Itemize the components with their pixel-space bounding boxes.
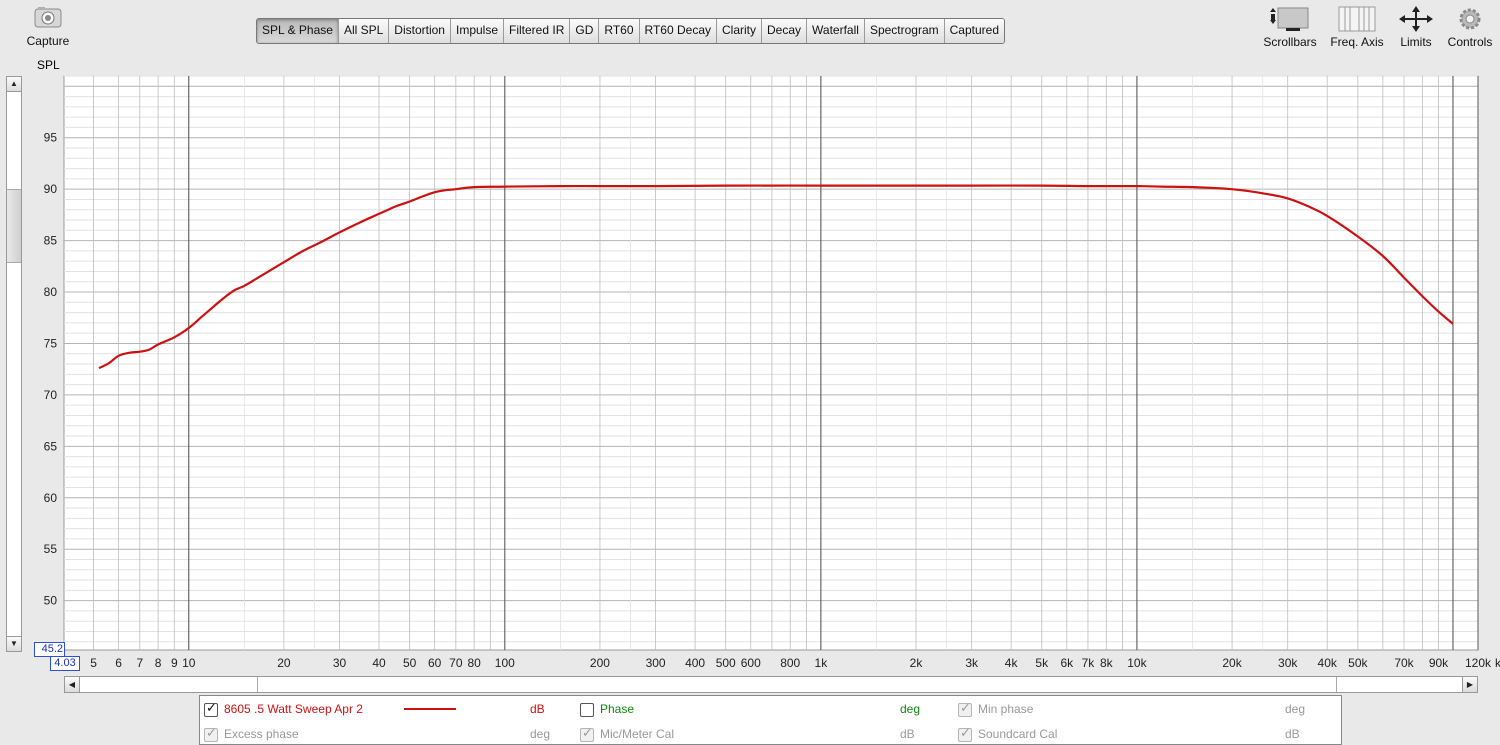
x-tick-label: 8 <box>155 656 162 670</box>
scroll-right-button[interactable]: ▶ <box>1462 677 1477 692</box>
x-tick-label: 90k <box>1429 656 1449 670</box>
y-tick-label: 70 <box>44 388 58 402</box>
y-tick-label: 75 <box>44 336 58 350</box>
x-tick-label: 80 <box>467 656 481 670</box>
legend-unit-phase: deg <box>900 702 921 716</box>
y-tick-label: 95 <box>44 131 58 145</box>
legend-label-8605-5-watt-sweep-apr-2: 8605 .5 Watt Sweep Apr 2 <box>224 702 363 716</box>
x-tick-label: 6k <box>1060 656 1074 670</box>
x-tick-label: 70k <box>1394 656 1414 670</box>
legend-unit-soundcard-cal: dB <box>1285 727 1300 741</box>
checkbox-mic-meter-cal: ✓ <box>580 725 594 742</box>
legend-label-soundcard-cal: Soundcard Cal <box>978 727 1058 741</box>
x-axis-unit: kHz <box>1495 656 1500 670</box>
legend-unit-excess-phase: deg <box>530 727 551 741</box>
x-tick-label: 60 <box>428 656 442 670</box>
x-tick-label: 400 <box>685 656 705 670</box>
x-min-box[interactable]: 4.03 <box>50 656 80 671</box>
x-tick-label: 200 <box>590 656 610 670</box>
x-tick-label: 600 <box>741 656 761 670</box>
checkbox-excess-phase: ✓ <box>204 725 218 742</box>
legend-unit-8605-5-watt-sweep-apr-2: dB <box>530 702 545 716</box>
x-tick-label: 100 <box>495 656 515 670</box>
x-tick-label: 5 <box>90 656 97 670</box>
y-tick-label: 90 <box>44 182 58 196</box>
x-tick-label: 9 <box>171 656 178 670</box>
x-tick-label: 30k <box>1278 656 1298 670</box>
checkbox-soundcard-cal: ✓ <box>958 725 972 742</box>
x-tick-label: 40k <box>1318 656 1338 670</box>
x-tick-label: 8k <box>1100 656 1114 670</box>
x-tick-label: 40 <box>372 656 386 670</box>
y-min-box[interactable]: 45.2 <box>34 642 65 657</box>
legend-unit-mic-meter-cal: dB <box>900 727 915 741</box>
legend-unit-min-phase: deg <box>1285 702 1306 716</box>
y-tick-label: 50 <box>44 594 58 608</box>
x-tick-label: 30 <box>333 656 347 670</box>
x-tick-label: 800 <box>780 656 800 670</box>
x-tick-label: 50k <box>1348 656 1368 670</box>
x-tick-label: 7k <box>1082 656 1096 670</box>
x-tick-label: 6 <box>115 656 122 670</box>
y-tick-label: 85 <box>44 234 58 248</box>
legend-label-min-phase: Min phase <box>978 702 1034 716</box>
scroll-left-button[interactable]: ◀ <box>65 677 80 692</box>
x-tick-label: 2k <box>910 656 924 670</box>
y-tick-label: 65 <box>44 439 58 453</box>
spl-chart[interactable]: 50 55 60 65 70 75 80 85 90 95 5 6 7 8 9 10 20 30 40 50 60 70 8… <box>0 0 1500 676</box>
x-tick-label: 10 <box>182 656 196 670</box>
x-tick-label: 300 <box>646 656 666 670</box>
horizontal-scroll-thumb[interactable] <box>257 677 1337 692</box>
horizontal-scrollbar[interactable]: ◀ ▶ <box>64 676 1478 693</box>
legend-line-swatch <box>404 708 456 710</box>
x-tick-label: 1k <box>815 656 829 670</box>
y-tick-label: 60 <box>44 491 58 505</box>
checkbox-8605-5-watt-sweep-apr-2[interactable]: ✓ <box>204 701 218 717</box>
y-tick-label: 80 <box>44 285 58 299</box>
x-tick-label: 3k <box>965 656 979 670</box>
checkbox-phase[interactable] <box>580 703 594 717</box>
y-tick-label: 55 <box>44 542 58 556</box>
x-tick-label: 120k <box>1465 656 1492 670</box>
x-tick-label: 20k <box>1222 656 1242 670</box>
x-tick-label: 4k <box>1005 656 1019 670</box>
checkbox-min-phase: ✓ <box>958 700 972 717</box>
x-tick-label: 20 <box>277 656 291 670</box>
plot-area <box>63 75 1479 651</box>
legend-label-excess-phase: Excess phase <box>224 727 299 741</box>
x-tick-label: 70 <box>449 656 463 670</box>
x-tick-label: 7 <box>136 656 143 670</box>
x-tick-label: 500 <box>716 656 736 670</box>
x-tick-label: 5k <box>1035 656 1049 670</box>
legend-panel: ✓ 8605 .5 Watt Sweep Apr 2 dB Phase deg ✓ Min … <box>199 695 1342 745</box>
legend-label-mic-meter-cal: Mic/Meter Cal <box>600 727 675 741</box>
x-tick-label: 50 <box>403 656 417 670</box>
legend-label-phase: Phase <box>600 702 635 716</box>
x-tick-label: 10k <box>1127 656 1147 670</box>
